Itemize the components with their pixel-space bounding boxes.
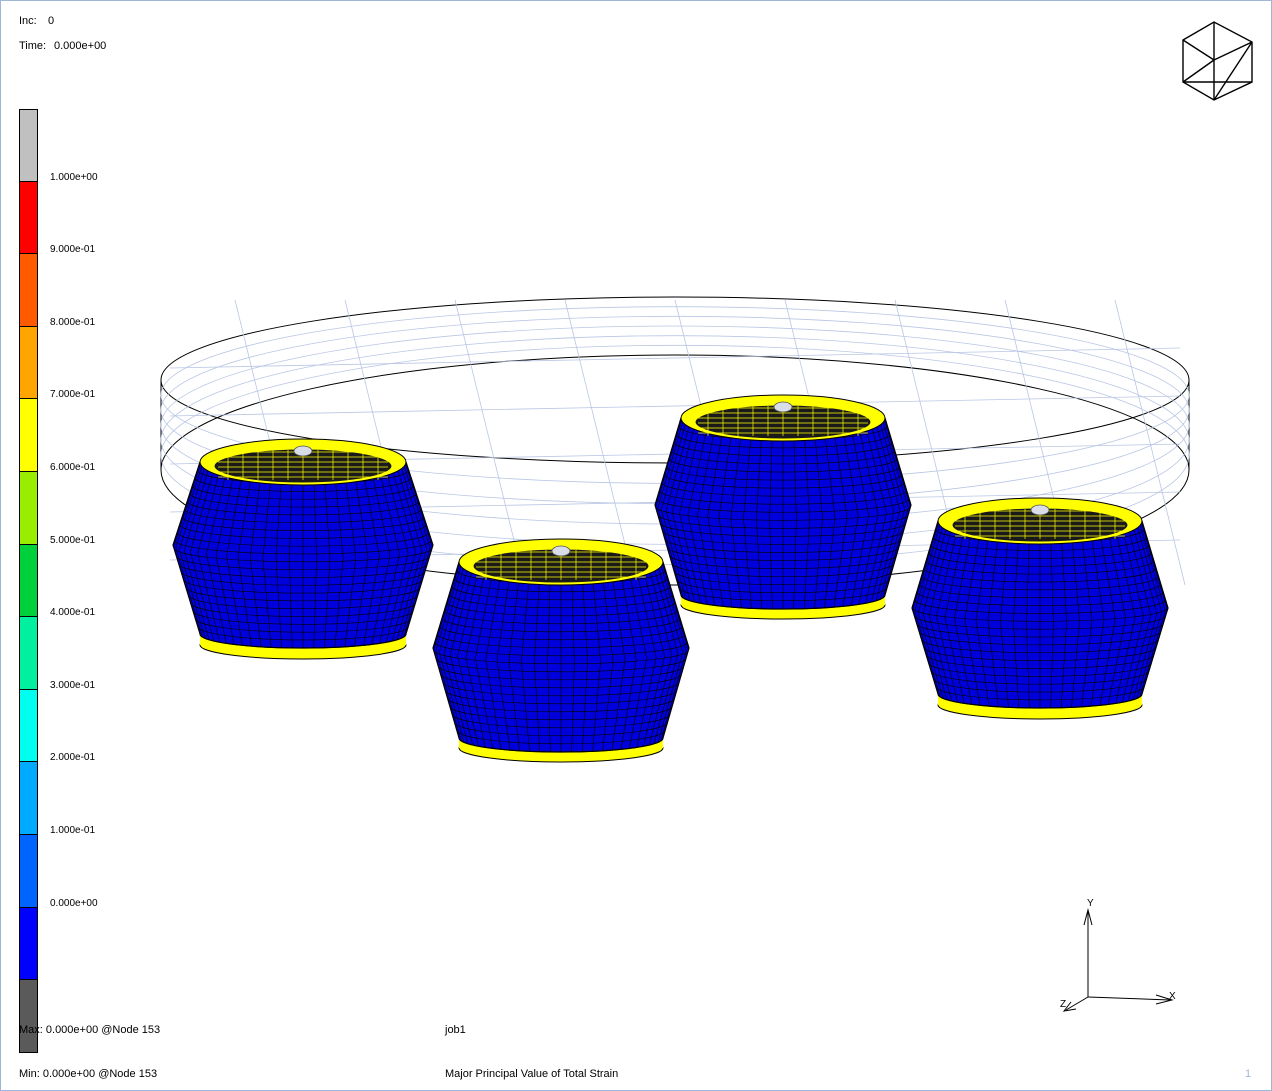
axis-triad-icon (1062, 908, 1174, 1012)
y-axis-label: Y (1087, 898, 1094, 909)
max-value-text: Max: 0.000e+00 @Node 153 (19, 1024, 161, 1036)
result-name: Major Principal Value of Total Strain (445, 1068, 619, 1080)
view-cube-icon (1182, 21, 1253, 101)
z-axis-label: Z (1060, 999, 1067, 1010)
rubber-pad (432, 538, 690, 763)
model-viewport[interactable] (0, 0, 1272, 1091)
rubber-pad (172, 438, 434, 660)
page-number: 1 (1245, 1068, 1252, 1080)
min-value-text: Min: 0.000e+00 @Node 153 (19, 1068, 158, 1080)
x-axis-label: X (1169, 991, 1176, 1002)
rubber-pad (654, 394, 912, 620)
job-name: job1 (445, 1024, 466, 1036)
rubber-pad (911, 497, 1169, 720)
